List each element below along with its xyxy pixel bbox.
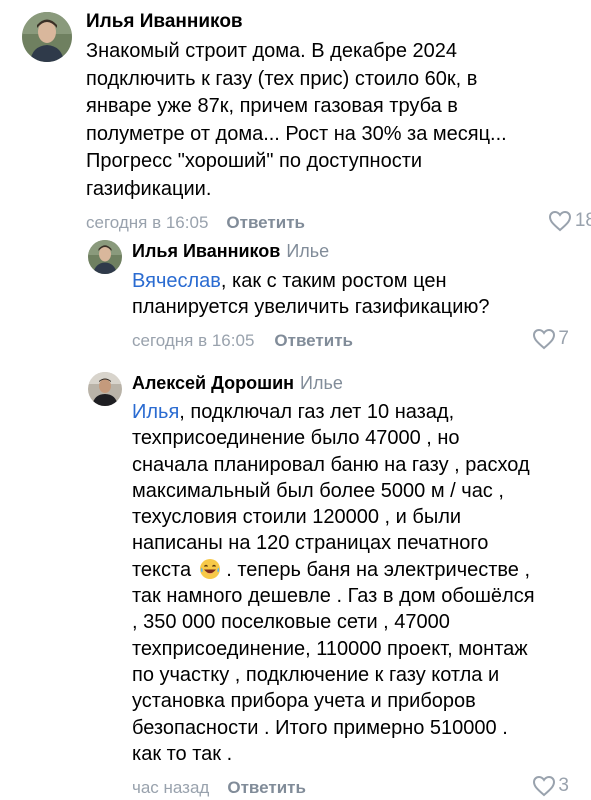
comment-text-fragment: . теперь баня на электричестве , bbox=[226, 558, 531, 581]
comment-text-line: подключить к газу (тех прис) стоило 60к,… bbox=[86, 67, 478, 90]
comment-text-fragment: , как с таким ростом цен bbox=[220, 270, 447, 292]
comment-text-line: газификации. bbox=[86, 177, 212, 200]
comment-text-line: полуметре от дома... Рост на 30% за меся… bbox=[86, 122, 507, 145]
like-count: 3 bbox=[558, 775, 569, 797]
comment-text-line: написаны на 120 страницах печатного bbox=[132, 532, 489, 555]
reply-button[interactable]: Ответить bbox=[227, 778, 306, 798]
comment-text-line: Илья, подключал газ лет 10 назад, bbox=[132, 399, 569, 425]
mention-link[interactable]: Вячеслав bbox=[132, 270, 221, 292]
reply-button[interactable]: Ответить bbox=[274, 331, 353, 351]
comment-text: Знакомый строит дома. В декабре 2024 под… bbox=[86, 38, 591, 203]
comment-text-line: безопасности . Итого примерно 510000 . bbox=[132, 716, 508, 739]
comment-text-line: январе уже 87к, причем газовая труба в bbox=[86, 95, 458, 117]
heart-icon bbox=[532, 328, 556, 350]
comment-meta: сегодня в 16:05 Ответить 18 bbox=[86, 210, 591, 235]
comment-text-line: как то так . bbox=[132, 742, 233, 765]
comment-text-fragment: текста bbox=[132, 558, 192, 581]
like-count: 7 bbox=[558, 328, 569, 349]
comment: Илья Иванников Знакомый строит дома. В д… bbox=[22, 8, 591, 235]
comment-meta: час назад Ответить 3 bbox=[132, 775, 569, 800]
comment-author[interactable]: Алексей Дорошин Илье bbox=[132, 371, 569, 395]
comment-text-line: Прогресс "хороший" по доступности bbox=[86, 150, 423, 172]
comment-text-line: Вячеслав, как с таким ростом цен bbox=[132, 268, 569, 294]
comment-author[interactable]: Илья Иванников bbox=[86, 10, 591, 34]
like-button[interactable]: 18 bbox=[548, 210, 591, 232]
comment-text-fragment: , подключал газ лет 10 назад, bbox=[179, 401, 455, 423]
comment-text-line: так намного дешевле . Газ в дом обошёлся bbox=[132, 585, 535, 608]
timestamp: сегодня в 16:05 bbox=[86, 213, 209, 232]
comment-text-line: планируется увеличить газификацию? bbox=[132, 296, 490, 318]
like-count: 18 bbox=[574, 210, 591, 231]
comment-text-line: максимальный был более 5000 м / час , bbox=[132, 479, 504, 502]
comment-reply: Алексей Дорошин Илье Илья, подключал газ … bbox=[88, 368, 569, 800]
comment-meta: сегодня в 16:05 Ответить 7 bbox=[132, 328, 569, 353]
timestamp: час назад bbox=[132, 778, 210, 798]
mention-link[interactable]: Илья bbox=[132, 401, 179, 423]
reply-to-label[interactable]: Илье bbox=[286, 241, 329, 261]
like-button[interactable]: 7 bbox=[532, 328, 569, 350]
comment-reply: Илья Иванников Илье Вячеслав, как с таким… bbox=[88, 236, 569, 353]
comment-text-line: техприсоединение, 110000 проект, монтаж bbox=[132, 637, 528, 660]
reply-to-label[interactable]: Илье bbox=[300, 373, 343, 393]
reply-button[interactable]: Ответить bbox=[226, 213, 305, 233]
comment-text-line: сначала планировал баню на газу , расход bbox=[132, 453, 530, 476]
timestamp: сегодня в 16:05 bbox=[132, 331, 255, 350]
comment-text: Илья, подключал газ лет 10 назад, техпри… bbox=[132, 399, 569, 767]
comment-author[interactable]: Илья Иванников Илье bbox=[132, 239, 569, 263]
author-name[interactable]: Илья Иванников bbox=[132, 241, 280, 261]
comment-text-line: по участку , подключение к газу котла и bbox=[132, 663, 500, 686]
author-name[interactable]: Алексей Дорошин bbox=[132, 373, 294, 393]
comment-text-line: , 350 000 поселковые сети , 47000 bbox=[132, 611, 450, 634]
comment-text: Вячеслав, как с таким ростом цен планиру… bbox=[132, 268, 569, 320]
heart-icon bbox=[532, 775, 556, 797]
comment-text-line: установка прибора учета и приборов bbox=[132, 690, 476, 713]
comment-text-line: техприсоединение было 47000 , но bbox=[132, 427, 460, 450]
avatar[interactable] bbox=[22, 12, 72, 62]
avatar[interactable] bbox=[88, 240, 122, 274]
laughing-tears-emoji-icon bbox=[199, 558, 221, 580]
comment-text-line: техусловия стоили 120000 , и были bbox=[132, 506, 462, 529]
heart-icon bbox=[548, 210, 572, 232]
comment-text-line: текста . теперь баня на электричестве , bbox=[132, 557, 569, 583]
like-button[interactable]: 3 bbox=[532, 775, 569, 797]
comment-text-line: Знакомый строит дома. В декабре 2024 bbox=[86, 40, 458, 62]
avatar[interactable] bbox=[88, 372, 122, 406]
author-name[interactable]: Илья Иванников bbox=[86, 11, 243, 32]
